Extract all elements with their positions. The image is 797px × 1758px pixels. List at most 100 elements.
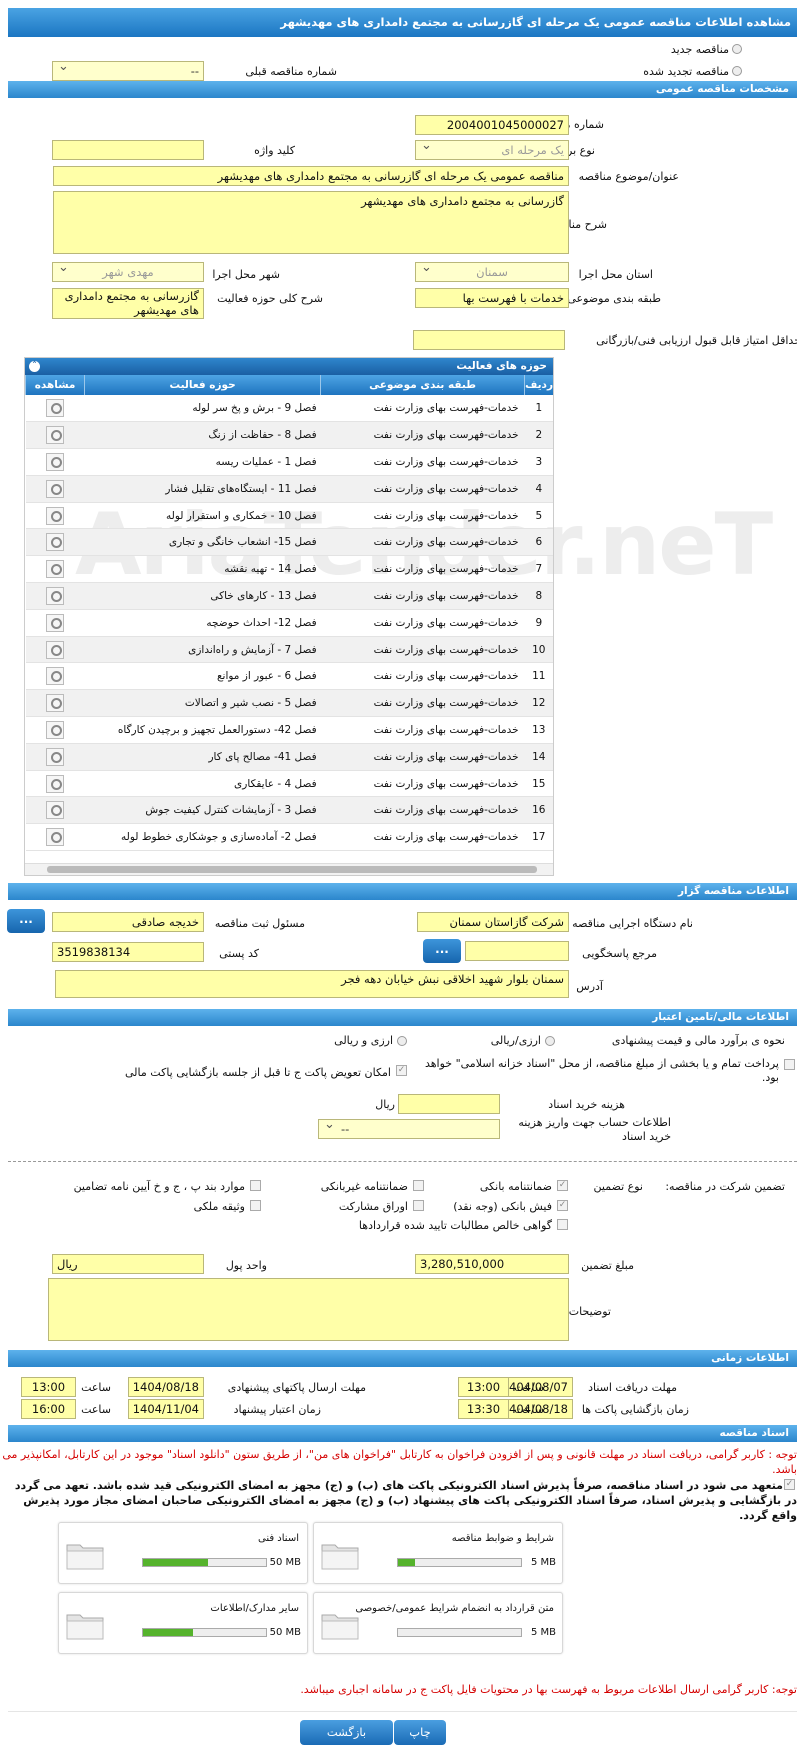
doc-deadline-label: مهلت دریافت اسناد <box>588 1381 677 1394</box>
row-number: 8 <box>524 582 553 610</box>
view-icon[interactable] <box>46 720 65 739</box>
row-category: خدمات-فهرست بهای وزارت نفت <box>320 555 525 584</box>
document-card[interactable]: شرایط و ضوابط مناقصه717 KB5 MB <box>313 1522 563 1584</box>
row-area: فصل 12- احداث حوضچه <box>84 609 321 637</box>
view-icon[interactable] <box>46 452 65 471</box>
amount-label: مبلغ تضمین <box>581 1259 634 1272</box>
table-row: 16 خدمات-فهرست بهای وزارت نفت فصل 3 - آزما… <box>25 796 553 825</box>
row-number: 2 <box>524 421 553 450</box>
table-row: 6 خدمات-فهرست بهای وزارت نفت فصل 15- انشعا… <box>25 528 553 557</box>
row-area: فصل 3 - آزمایشات کنترل کیفیت جوش <box>84 796 321 825</box>
view-icon[interactable] <box>46 774 65 793</box>
desc-field: گازرسانی به مجتمع دامداری های مهدیشهر <box>53 191 569 254</box>
radio-new[interactable] <box>732 44 742 54</box>
currency-label: ارزی/ریالی <box>490 1034 541 1047</box>
keyword-field[interactable] <box>52 140 204 160</box>
view-icon[interactable] <box>46 586 65 605</box>
view-icon[interactable] <box>46 828 65 847</box>
print-button[interactable]: چاپ <box>394 1720 446 1745</box>
notes-field[interactable] <box>48 1278 569 1341</box>
table-row: 8 خدمات-فهرست بهای وزارت نفت فصل 13 - کاره… <box>25 582 553 610</box>
folder-icon <box>321 1544 359 1570</box>
view-icon[interactable] <box>46 667 65 686</box>
table-row: 5 خدمات-فهرست بهای وزارت نفت فصل 10 - خمکا… <box>25 502 553 530</box>
row-number: 11 <box>524 662 553 691</box>
row-category: خدمات-فهرست بهای وزارت نفت <box>320 502 525 530</box>
treasury-checkbox[interactable] <box>784 1059 795 1070</box>
document-card[interactable]: سایر مدارک/اطلاعات20.5 MB50 MB <box>58 1592 308 1654</box>
progress-fill <box>143 1559 209 1566</box>
resp-field: خدیجه صادقی <box>52 912 204 932</box>
folder-icon <box>321 1614 359 1640</box>
city-select[interactable]: مهدی شهر <box>52 262 204 282</box>
section-organizer: اطلاعات مناقصه گزار <box>8 883 797 900</box>
view-icon[interactable] <box>46 801 65 820</box>
row-number: 15 <box>524 770 553 798</box>
gt-checkbox-2[interactable] <box>250 1180 261 1191</box>
valid-label: زمان اعتبار پیشنهاد <box>233 1403 321 1416</box>
ref-browse-button[interactable]: ... <box>423 939 461 963</box>
collapse-icon[interactable]: ˄ <box>29 361 40 372</box>
divider <box>8 1161 797 1162</box>
back-button[interactable]: بازگشت <box>300 1720 393 1745</box>
gt-label-5: وثیقه ملکی <box>193 1200 245 1213</box>
view-icon[interactable] <box>46 560 65 579</box>
radio-renewed[interactable] <box>732 66 742 76</box>
table-row: 13 خدمات-فهرست بهای وزارت نفت فصل 42- دستو… <box>25 716 553 744</box>
horizontal-scrollbar[interactable] <box>25 863 553 875</box>
col-row: ردیف <box>524 375 553 395</box>
commit-text: متعهد می شود در اسناد مناقصه، صرفاً پذیر… <box>14 1479 797 1522</box>
resp-browse-button[interactable]: ... <box>7 909 45 933</box>
document-card[interactable]: اسناد فنی26.35 MB50 MB <box>58 1522 308 1584</box>
view-icon[interactable] <box>46 613 65 632</box>
row-category: خدمات-فهرست بهای وزارت نفت <box>320 582 525 610</box>
radio-currency2[interactable] <box>397 1036 407 1046</box>
view-icon[interactable] <box>46 506 65 525</box>
row-area: فصل 4 - عایقکاری <box>84 770 321 798</box>
row-area: فصل 2- آماده‌سازی و جوشکاری خطوط لوله <box>84 823 321 852</box>
doc-fee-unit: ریال <box>375 1098 395 1111</box>
gt-checkbox-5[interactable] <box>250 1200 261 1211</box>
address-field: سمنان بلوار شهید اخلاقی نبش خیابان دهه ف… <box>55 970 569 998</box>
gt-checkbox-1[interactable] <box>413 1180 424 1191</box>
gt-checkbox-3[interactable]: ✓ <box>557 1200 568 1211</box>
row-number: 4 <box>524 475 553 503</box>
min-score-field[interactable] <box>413 330 565 350</box>
docs-note-2: توجه: کاربر گرامی ارسال اطلاعات مربوط به… <box>300 1683 797 1696</box>
send-time: 13:00 <box>21 1377 76 1397</box>
view-icon[interactable] <box>46 533 65 552</box>
section-general: مشخصات مناقصه عمومی <box>8 81 797 98</box>
ref-field[interactable] <box>465 941 569 961</box>
document-card[interactable]: متن قرارداد به انضمام شرایط عمومی/خصوصی0… <box>313 1592 563 1654</box>
view-icon[interactable] <box>46 640 65 659</box>
view-icon[interactable] <box>46 747 65 766</box>
scroll-thumb[interactable] <box>47 866 537 873</box>
subject-field: مناقصه عمومی یک مرحله ای گازرسانی به مجت… <box>53 166 569 186</box>
radio-currency[interactable] <box>545 1036 555 1046</box>
view-icon[interactable] <box>46 399 65 418</box>
prev-number-select[interactable]: -- <box>52 61 204 81</box>
swap-checkbox[interactable]: ✓ <box>396 1065 407 1076</box>
view-icon[interactable] <box>46 694 65 713</box>
unit-field: ریال <box>52 1254 204 1274</box>
table-row: 14 خدمات-فهرست بهای وزارت نفت فصل 41- مصال… <box>25 743 553 771</box>
card-title: اسناد فنی <box>258 1533 299 1544</box>
postal-label: کد پستی <box>219 947 259 960</box>
number-field: 2004001045000027 <box>415 115 569 135</box>
table-row: 7 خدمات-فهرست بهای وزارت نفت فصل 14 - تهیه… <box>25 555 553 584</box>
row-area: فصل 11 - ایستگاه‌های تقلیل فشار <box>84 475 321 503</box>
type-select[interactable]: یک مرحله ای <box>415 140 569 160</box>
page-title: مشاهده اطلاعات مناقصه عمومی یک مرحله ای … <box>8 8 797 37</box>
gt-checkbox-0[interactable]: ✓ <box>557 1180 568 1191</box>
gt-checkbox-4[interactable] <box>413 1200 424 1211</box>
account-select[interactable]: -- <box>318 1119 500 1139</box>
view-icon[interactable] <box>46 479 65 498</box>
progress-bar <box>397 1558 522 1567</box>
row-category: خدمات-فهرست بهای وزارت نفت <box>320 770 525 798</box>
province-select[interactable]: سمنان <box>415 262 569 282</box>
doc-fee-field[interactable] <box>398 1094 500 1114</box>
guarantee-title: تضمین شرکت در مناقصه: <box>665 1180 785 1193</box>
treasury-text: پرداخت تمام و یا بخشی از مبلغ مناقصه، از… <box>424 1057 779 1084</box>
view-icon[interactable] <box>46 426 65 445</box>
gt-checkbox-6[interactable] <box>557 1219 568 1230</box>
